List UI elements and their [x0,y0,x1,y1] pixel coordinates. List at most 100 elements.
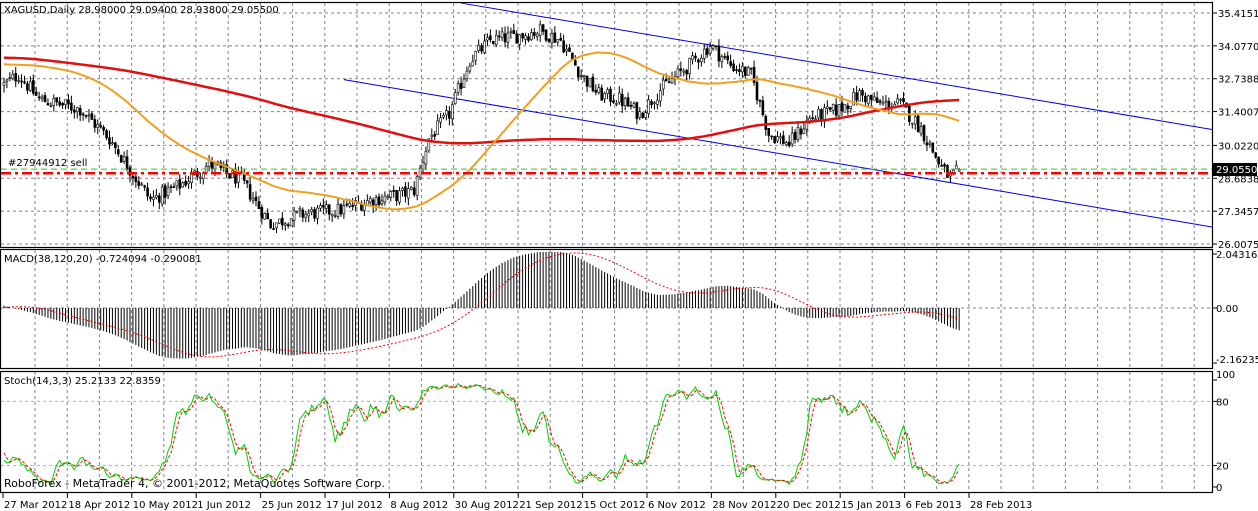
candle-bull [348,203,352,207]
candle-bull [445,110,448,116]
candle-bull [453,92,457,104]
candle-bull [606,89,609,94]
candle-bull [843,104,847,113]
candle-bull [278,218,281,224]
candle-bear [322,204,325,208]
candle-bull [213,162,217,170]
candle-bear [26,83,29,91]
candle-bear [834,104,838,116]
candle-bull [910,122,914,125]
candle-bull [275,222,278,229]
candle-bull [659,90,662,102]
candle-bull [310,209,313,213]
candle-bull [175,180,179,187]
candle-bull [617,92,621,103]
candle-bear [116,149,120,155]
candle-bear [934,152,938,158]
candle-bull [2,81,6,86]
time-axis-label: 1 Jun 2012 [197,500,251,511]
candle-bear [846,105,850,110]
candle-bear [149,196,152,200]
candle-bull [289,218,293,227]
candle-bear [940,165,943,167]
candle-bull [688,57,691,74]
candle-bull [409,186,413,190]
candle-bull [122,156,126,162]
candle-bull [430,134,434,138]
candle-bear [697,59,700,63]
candle-bull [474,51,478,61]
candle-bull [17,80,20,82]
candle-bull [790,132,794,145]
candle-bull [518,34,521,45]
candle-bull [506,32,510,43]
candle-bull [283,223,287,226]
candle-bear [254,196,258,201]
candle-bear [73,109,76,113]
candle-bull [187,181,190,185]
candle-bear [34,91,38,96]
price-axis-label: 32.73885 [1218,75,1258,86]
candle-bull [858,90,861,102]
candle-bull [424,151,428,165]
trendlines[interactable] [343,2,1213,228]
candle-bull [556,39,560,43]
metatrader-chart[interactable]: XAGUSD,Daily 28.98000 29.09400 28.93800 … [0,0,1258,511]
candle-bull [292,210,296,221]
candle-bull [8,77,12,80]
candle-bear [902,98,905,103]
candle-bear [37,96,41,99]
candle-bull [582,75,586,78]
candle-bull [644,112,647,118]
candle-bear [878,100,882,103]
candle-bear [758,100,762,102]
candle-bear [943,164,946,167]
candle-bear [568,47,571,52]
candle-bull [831,103,835,111]
candle-bear [489,35,492,41]
candle-bull [785,142,788,146]
stoch-label: Stoch(14,3,3) 25.2133 22.8359 [4,376,161,387]
candle-bear [84,114,88,117]
candle-bull [802,128,806,134]
candle-bear [547,38,551,42]
candle-bear [562,40,565,53]
candle-bull [140,183,144,186]
time-axis-label: 25 Jun 2012 [262,500,322,511]
candle-bear [43,95,47,103]
time-axis-label: 21 Sep 2012 [519,500,582,511]
candle-bear [679,68,683,71]
candle-bull [565,48,568,52]
candle-bear [705,48,709,55]
candle-bull [919,126,923,135]
stoch-axis-label: 80 [1216,397,1229,408]
candle-bull [29,81,32,91]
candle-bull [421,162,425,170]
candle-bear [875,97,879,103]
candle-bull [383,195,387,203]
candle-bull [374,197,378,205]
candle-bull [928,142,932,145]
candle-bear [937,157,940,165]
candle-bear [108,137,111,145]
candle-bull [849,105,853,109]
candle-bear [102,126,105,131]
candle-bear [392,189,395,192]
candle-bull [826,106,829,109]
candle-bear [664,78,668,82]
candle-bull [579,75,583,78]
candle-bear [70,102,73,111]
candle-bear [641,112,645,118]
candle-bull [550,33,554,44]
candle-bear [266,212,270,220]
candle-bear [861,89,864,96]
candle-bear [574,60,577,66]
candle-bear [931,142,935,153]
candle-bear [749,67,753,70]
candle-bull [530,32,533,40]
candle-bear [840,102,844,111]
candle-bear [629,104,633,107]
candle-bear [146,187,149,197]
candle-bull [702,48,706,59]
horizontal-lines[interactable] [1,168,1212,175]
